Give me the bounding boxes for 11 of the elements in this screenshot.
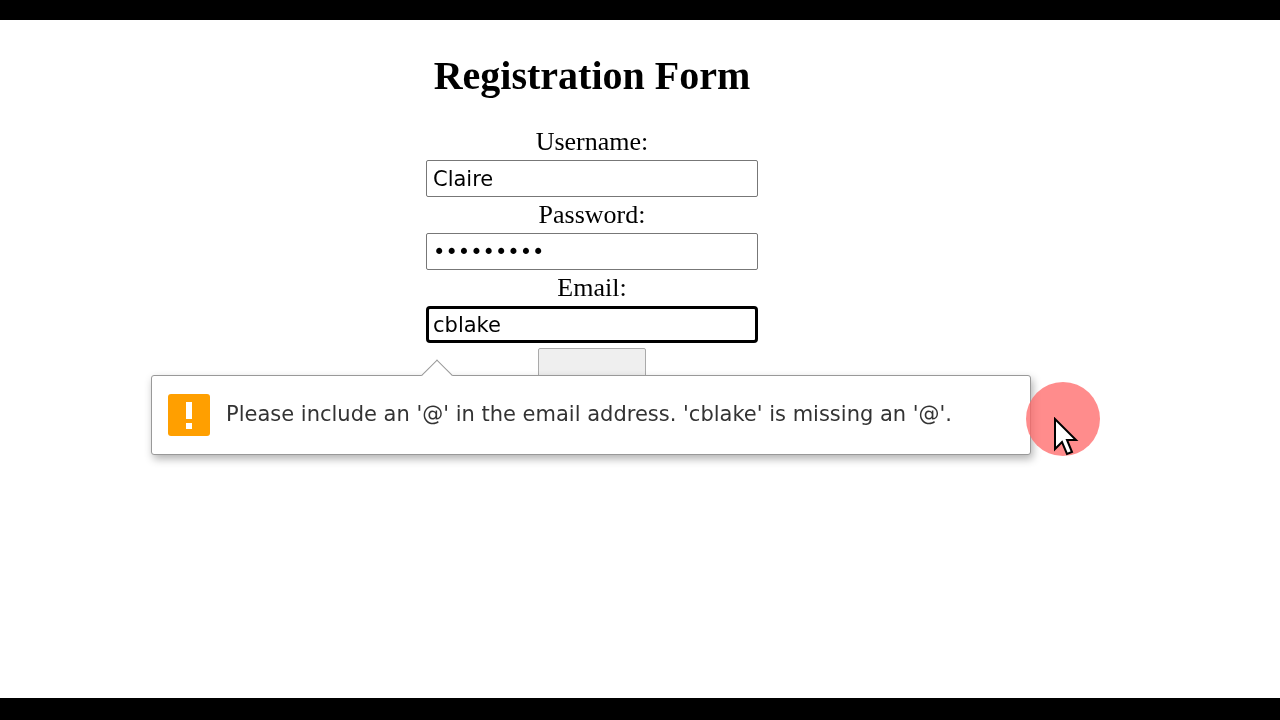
cursor-icon bbox=[1053, 417, 1079, 457]
tooltip-message: Please include an '@' in the email address. 'cblake' is missing an '@'. bbox=[226, 401, 953, 429]
input-field[interactable]: Claire bbox=[426, 160, 758, 197]
warning-icon bbox=[168, 394, 210, 436]
field-label: Username: bbox=[535, 126, 649, 158]
form-title: Registration Form bbox=[432, 52, 752, 100]
input-field[interactable]: ••••••••• bbox=[426, 233, 758, 270]
field-label: Password: bbox=[538, 199, 646, 231]
input-field[interactable]: cblake bbox=[426, 306, 758, 343]
field-label: Email: bbox=[557, 272, 627, 304]
submit-button[interactable] bbox=[538, 348, 646, 378]
